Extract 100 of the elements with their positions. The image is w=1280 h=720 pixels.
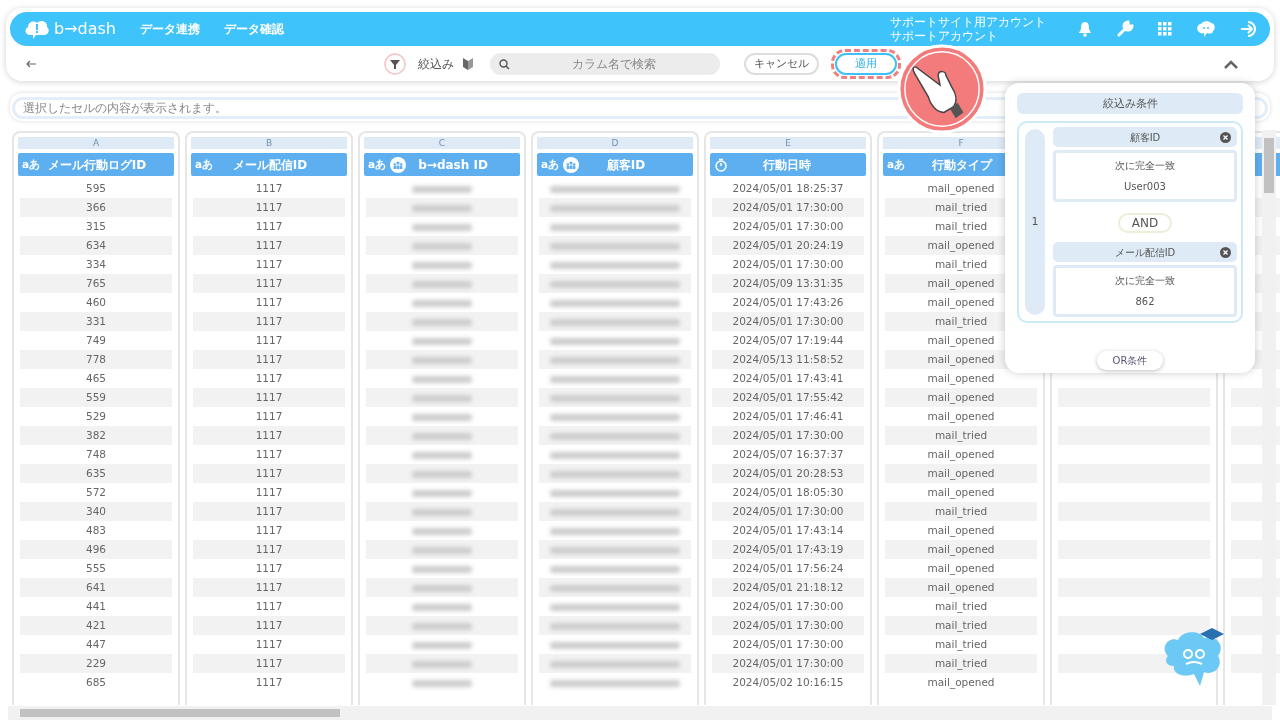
column-header[interactable]: メール配信ID	[217, 155, 323, 174]
condition-operator: 次に完全一致	[1115, 159, 1175, 173]
type-label: aあ	[195, 156, 214, 172]
table-cell: 2024/05/01 17:30:00	[732, 638, 844, 650]
column-letter[interactable]: C	[364, 137, 520, 149]
table-cell: 559	[20, 388, 172, 407]
table-cell: 2024/05/01 17:46:41	[732, 410, 844, 422]
table-cell: 1117	[193, 388, 345, 407]
apply-button[interactable]: 適用	[835, 52, 897, 76]
search-field[interactable]: カラム名で検索	[490, 53, 720, 75]
table-cell: 2024/05/01 17:30:00	[732, 600, 844, 612]
table-cell: 2024/05/01 17:56:24	[732, 562, 844, 574]
column-letter[interactable]: B	[191, 137, 347, 149]
table-cell: mail_tried	[934, 258, 988, 270]
account-name: サポートサイト用アカウント	[890, 15, 1046, 29]
table-cell: 595	[85, 182, 106, 194]
type-label: aあ	[368, 156, 387, 172]
table-cell: 1117	[193, 654, 345, 673]
column-letter[interactable]: A	[18, 137, 174, 149]
table-cell: 641	[20, 578, 172, 597]
and-operator[interactable]: AND	[1117, 213, 1173, 233]
table-cell: 334	[85, 258, 106, 270]
type-label: aあ	[541, 156, 560, 172]
column-header[interactable]: メール行動ログID	[44, 155, 150, 174]
nav-link[interactable]: データ連携	[140, 20, 200, 38]
type-label: aあ	[22, 156, 41, 172]
table-cell: mail_tried	[885, 616, 1037, 635]
table-cell: mail_opened	[927, 448, 995, 460]
table-cell: 1117	[255, 676, 283, 688]
table-cell: 1117	[193, 426, 345, 445]
table-cell: 2024/05/01 18:05:30	[732, 486, 844, 498]
table-cell: 2024/05/01 17:43:26	[732, 296, 844, 308]
table-cell: mail_tried	[885, 426, 1037, 445]
table-cell: 2024/05/13 11:58:52	[712, 350, 864, 369]
table-cell: 496	[20, 540, 172, 559]
column-letter[interactable]: D	[537, 137, 693, 149]
table-cell: 421	[20, 616, 172, 635]
table-cell: 2024/05/01 20:28:53	[712, 464, 864, 483]
table-cell: 441	[85, 600, 106, 612]
table-cell: 1117	[255, 448, 283, 460]
table-cell: 765	[20, 274, 172, 293]
table-cell: 634	[20, 236, 172, 255]
or-condition-button[interactable]: OR条件	[1096, 351, 1164, 370]
column-header[interactable]: 顧客ID	[583, 155, 669, 174]
table-cell: 2024/05/01 17:43:41	[732, 372, 844, 384]
column-header[interactable]: 行動日時	[732, 155, 842, 174]
table-cell: 366	[20, 198, 172, 217]
table-cell: 2024/05/02 10:16:15	[732, 676, 844, 688]
table-cell: 1117	[255, 258, 283, 270]
table-cell: 529	[85, 410, 106, 422]
table-cell: 2024/05/01 18:25:37	[732, 182, 844, 194]
table-cell: 1117	[193, 198, 345, 217]
column-letter[interactable]: E	[710, 137, 866, 149]
table-cell: 1117	[255, 562, 283, 574]
table-cell: 1117	[255, 638, 283, 650]
table-cell: 2024/05/07 17:19:44	[732, 334, 844, 346]
table-cell: 1117	[255, 296, 283, 308]
table-cell: 1117	[193, 464, 345, 483]
panel-title: 絞込み条件	[1017, 93, 1243, 114]
table-cell: 1117	[255, 600, 283, 612]
table-cell: 572	[85, 486, 106, 498]
table-cell: mail_opened	[927, 676, 995, 688]
nav-link[interactable]: データ確認	[224, 20, 284, 38]
table-cell: 1117	[193, 578, 345, 597]
table-cell: mail_opened	[927, 524, 995, 536]
table-cell: 2024/05/01 17:30:00	[732, 220, 844, 232]
table-cell: 460	[85, 296, 106, 308]
condition-operator: 次に完全一致	[1115, 274, 1175, 288]
table-cell: 1117	[193, 502, 345, 521]
table-cell: 2024/05/01 17:30:00	[712, 426, 864, 445]
table-cell: 1117	[255, 182, 283, 194]
table-cell: 2024/05/01 17:30:00	[712, 616, 864, 635]
table-cell: mail_opened	[885, 464, 1037, 483]
table-cell: 2024/05/07 16:37:37	[732, 448, 844, 460]
table-cell: mail_opened	[927, 296, 995, 308]
cancel-button[interactable]: キャンセル	[744, 52, 819, 76]
table-cell: 2024/05/01 17:30:00	[712, 312, 864, 331]
logo-text: b→dash	[54, 18, 116, 40]
filter-label: 絞込み	[418, 56, 454, 73]
table-cell: mail_opened	[927, 410, 995, 422]
table-cell: 1117	[255, 410, 283, 422]
table-cell: 2024/05/01 17:30:00	[712, 654, 864, 673]
table-cell: 331	[20, 312, 172, 331]
table-cell: 340	[20, 502, 172, 521]
table-cell: 483	[85, 524, 106, 536]
table-cell: mail_opened	[927, 182, 995, 194]
column-header[interactable]: b→dash ID	[410, 155, 496, 174]
table-cell: mail_opened	[927, 562, 995, 574]
table-cell: 382	[20, 426, 172, 445]
table-cell: 2024/05/09 13:31:35	[712, 274, 864, 293]
table-cell: 2024/05/01 17:30:00	[712, 198, 864, 217]
table-cell: 555	[85, 562, 106, 574]
table-cell: 1117	[193, 312, 345, 331]
table-cell: mail_tried	[934, 600, 988, 612]
table-cell: 2024/05/01 17:43:14	[732, 524, 844, 536]
table-cell: mail_opened	[885, 388, 1037, 407]
table-cell: 1117	[255, 334, 283, 346]
table-cell: mail_opened	[927, 486, 995, 498]
table-cell: 2024/05/01 17:55:42	[712, 388, 864, 407]
condition-column: メール配信ID	[1114, 244, 1176, 260]
